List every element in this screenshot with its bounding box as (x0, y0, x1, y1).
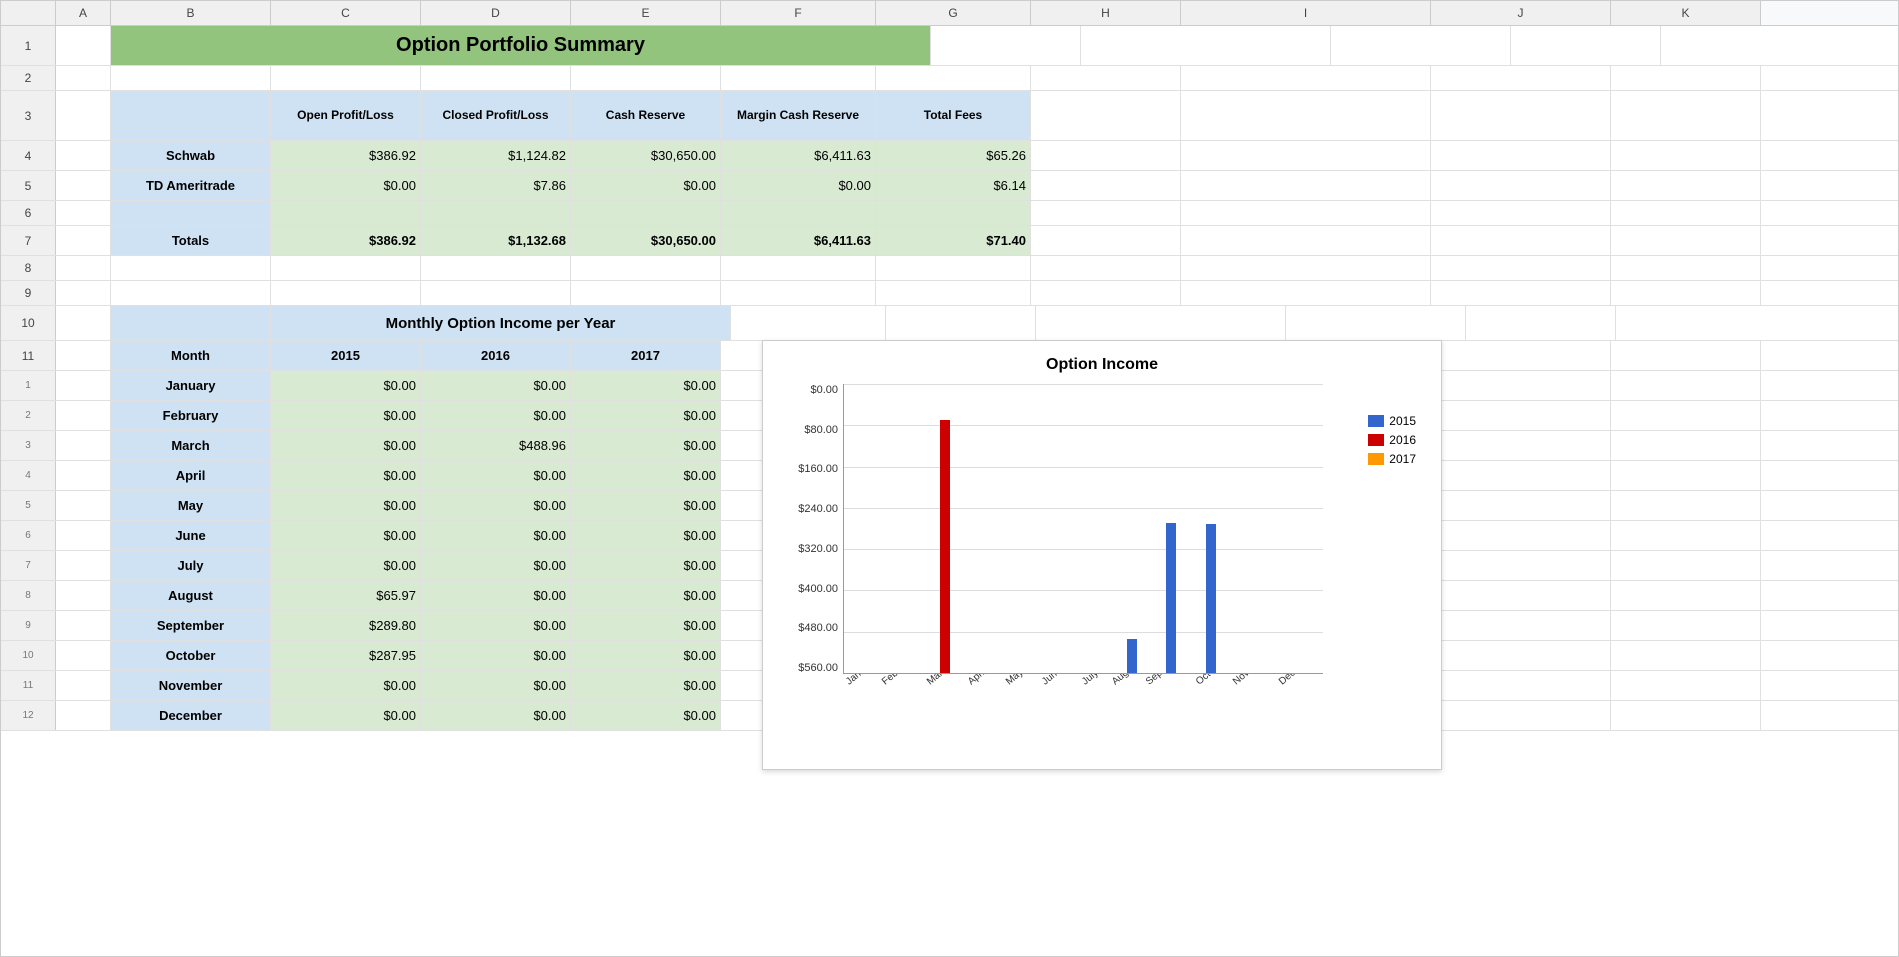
col-cash-reserve-header: Cash Reserve (571, 91, 721, 140)
legend-2017: 2017 (1368, 452, 1416, 466)
chart-title: Option Income (778, 356, 1426, 374)
chart-legend: 2015 2016 2017 (1368, 414, 1416, 466)
x-label-january: January (843, 674, 880, 749)
y2015-header: 2015 (271, 341, 421, 370)
row-num-header (1, 1, 56, 25)
totals-closed-pl: $1,132.68 (421, 226, 571, 255)
chart-container: Option Income $560.00 $480.00 $400.00 $3… (762, 340, 1442, 770)
col-f-header: F (721, 1, 876, 25)
month-col-header: Month (111, 341, 271, 370)
bar-2015-august (1127, 639, 1137, 673)
title-cell: Option Portfolio Summary (111, 26, 931, 65)
totals-open-pl: $386.92 (271, 226, 421, 255)
row-4: 4 Schwab $386.92 $1,124.82 $30,650.00 $6… (1, 141, 1898, 171)
chart-bars-area (843, 384, 1323, 674)
col-g-header: G (876, 1, 1031, 25)
col-open-pl-header: Open Profit/Loss (271, 91, 421, 140)
y2017-header: 2017 (571, 341, 721, 370)
td-label: TD Ameritrade (111, 171, 271, 200)
col-e-header: E (571, 1, 721, 25)
col-d-header: D (421, 1, 571, 25)
row-8: 8 (1, 256, 1898, 281)
totals-label: Totals (111, 226, 271, 255)
row-5: 5 TD Ameritrade $0.00 $7.86 $0.00 $0.00 … (1, 171, 1898, 201)
schwab-fees: $65.26 (876, 141, 1031, 170)
chart-y-axis: $560.00 $480.00 $400.00 $320.00 $240.00 … (778, 384, 843, 674)
row-6: 6 (1, 201, 1898, 226)
col-margin-header: Margin Cash Reserve (721, 91, 876, 140)
legend-2017-color (1368, 453, 1384, 465)
legend-2016: 2016 (1368, 433, 1416, 447)
row-7: 7 Totals $386.92 $1,132.68 $30,650.00 $6… (1, 226, 1898, 256)
col-j-header: J (1431, 1, 1611, 25)
schwab-cash-reserve: $30,650.00 (571, 141, 721, 170)
schwab-margin-cash: $6,411.63 (721, 141, 876, 170)
col-c-header: C (271, 1, 421, 25)
schwab-closed-pl: $1,124.82 (421, 141, 571, 170)
row-10: 10 Monthly Option Income per Year (1, 306, 1898, 341)
y2016-header: 2016 (421, 341, 571, 370)
schwab-label: Schwab (111, 141, 271, 170)
td-open-pl: $0.00 (271, 171, 421, 200)
x-axis-labels: JanuaryFebruaryMarchAprilMayJuneJulyAugu… (843, 674, 1323, 749)
totals-margin-cash: $6,411.63 (721, 226, 876, 255)
col-i-header: I (1181, 1, 1431, 25)
legend-2015-color (1368, 415, 1384, 427)
bar-2015-october (1206, 524, 1216, 673)
bar-2016-march (940, 420, 950, 673)
bar-2015-september (1166, 523, 1176, 673)
totals-cash-reserve: $30,650.00 (571, 226, 721, 255)
totals-fees: $71.40 (876, 226, 1031, 255)
column-headers: A B C D E F G H I J K (1, 1, 1898, 26)
col-fees-header: Total Fees (876, 91, 1031, 140)
legend-2015: 2015 (1368, 414, 1416, 428)
col-closed-pl-header: Closed Profit/Loss (421, 91, 571, 140)
td-margin-cash: $0.00 (721, 171, 876, 200)
td-cash-reserve: $0.00 (571, 171, 721, 200)
row-3: 3 Open Profit/Loss Closed Profit/Loss Ca… (1, 91, 1898, 141)
td-fees: $6.14 (876, 171, 1031, 200)
row-2: 2 (1, 66, 1898, 91)
col-b-header: B (111, 1, 271, 25)
td-closed-pl: $7.86 (421, 171, 571, 200)
legend-2016-color (1368, 434, 1384, 446)
col-k-header: K (1611, 1, 1761, 25)
schwab-open-pl: $386.92 (271, 141, 421, 170)
col-h-header: H (1031, 1, 1181, 25)
col-a-header: A (56, 1, 111, 25)
monthly-title: Monthly Option Income per Year (271, 306, 731, 340)
row-1: 1 Option Portfolio Summary (1, 26, 1898, 66)
row-9: 9 (1, 281, 1898, 306)
